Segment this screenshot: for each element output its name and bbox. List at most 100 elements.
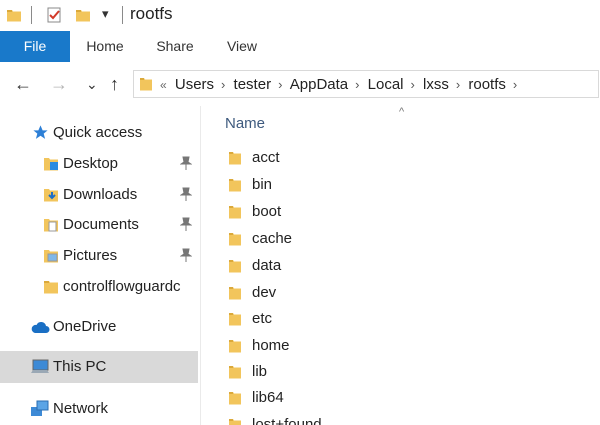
file-row[interactable]: cache <box>201 226 600 252</box>
breadcrumb-item-lxss[interactable]: lxss <box>423 76 449 93</box>
pictures-folder-icon <box>44 250 58 263</box>
folder-icon <box>229 233 241 246</box>
cloud-icon <box>31 321 50 333</box>
pin-icon[interactable] <box>180 156 192 170</box>
nav-downloads-label: Downloads <box>63 186 138 203</box>
chevron-right-icon[interactable]: › <box>278 77 282 92</box>
file-name: lost+found <box>252 416 322 425</box>
pin-icon[interactable] <box>180 217 192 231</box>
nav-controlflowguardc[interactable]: controlflowguardc <box>0 272 198 302</box>
back-button[interactable]: ← <box>14 74 32 94</box>
forward-button[interactable]: → <box>50 74 68 94</box>
up-button[interactable]: ↑ <box>110 74 119 94</box>
nav-pictures[interactable]: Pictures <box>0 241 198 271</box>
tab-view[interactable]: View <box>217 31 267 62</box>
nav-network-label: Network <box>53 400 109 417</box>
recent-locations-button[interactable]: ⌄ <box>86 74 98 94</box>
tab-share[interactable]: Share <box>150 31 200 62</box>
file-row[interactable]: etc <box>201 306 600 332</box>
file-name: lib64 <box>252 389 284 406</box>
tab-home[interactable]: Home <box>80 31 130 62</box>
address-bar-row: ← → ⌄ ↑ « Users › tester › AppData › Local ›… <box>0 62 600 106</box>
file-list: ^ Name acct bin boot cache data dev etc … <box>201 106 600 425</box>
breadcrumb-item-users[interactable]: Users <box>175 76 214 93</box>
file-row[interactable]: lib <box>201 359 600 385</box>
documents-folder-icon <box>44 219 58 232</box>
breadcrumb-overflow[interactable]: « <box>160 78 167 92</box>
chevron-right-icon[interactable]: › <box>411 77 415 92</box>
pin-icon[interactable] <box>180 187 192 201</box>
file-name: home <box>252 337 290 354</box>
file-name: data <box>252 257 282 274</box>
nav-onedrive-label: OneDrive <box>53 318 117 335</box>
tab-file[interactable]: File <box>0 31 70 62</box>
window-title: rootfs <box>130 4 173 23</box>
file-name: bin <box>252 176 273 193</box>
downloads-folder-icon <box>44 189 58 202</box>
file-name: dev <box>252 284 277 301</box>
nav-this-pc-label: This PC <box>53 358 107 375</box>
file-name: acct <box>252 149 280 166</box>
folder-icon <box>229 392 241 405</box>
nav-network[interactable]: Network <box>0 394 198 424</box>
nav-this-pc[interactable]: This PC <box>0 351 198 383</box>
nav-desktop[interactable]: Desktop <box>0 149 198 179</box>
customize-toolbar-dropdown[interactable]: ▾ <box>102 6 109 22</box>
file-row[interactable]: dev <box>201 280 600 306</box>
navigation-pane: Quick access Desktop Downloads Documents… <box>0 106 200 425</box>
folder-icon <box>44 281 58 294</box>
desktop-folder-icon <box>44 158 58 171</box>
title-separator <box>122 6 123 24</box>
folder-icon <box>229 313 241 326</box>
file-row[interactable]: data <box>201 253 600 279</box>
breadcrumb-item-local[interactable]: Local <box>368 76 404 93</box>
chevron-right-icon[interactable]: › <box>513 77 517 92</box>
nav-quick-access[interactable]: Quick access <box>0 118 198 148</box>
toolbar-separator <box>31 6 32 24</box>
breadcrumb-item-tester[interactable]: tester <box>234 76 272 93</box>
nav-documents[interactable]: Documents <box>0 210 198 240</box>
nav-quick-access-label: Quick access <box>53 124 143 141</box>
pin-icon[interactable] <box>180 248 192 262</box>
file-row[interactable]: bin <box>201 172 600 198</box>
folder-icon <box>229 152 241 165</box>
star-icon <box>33 125 48 139</box>
sort-ascending-icon: ^ <box>399 106 405 118</box>
breadcrumb-item-rootfs[interactable]: rootfs <box>468 76 506 93</box>
file-name: lib <box>252 363 268 380</box>
folder-icon <box>140 78 152 91</box>
new-folder-icon[interactable] <box>75 7 91 23</box>
file-row[interactable]: lost+found <box>201 412 600 425</box>
folder-icon <box>229 340 241 353</box>
title-bar: ▾ rootfs <box>0 0 600 31</box>
chevron-right-icon[interactable]: › <box>221 77 225 92</box>
address-bar[interactable]: « Users › tester › AppData › Local › lxss › r… <box>133 70 599 98</box>
file-row[interactable]: boot <box>201 199 600 225</box>
properties-icon[interactable] <box>46 7 62 23</box>
file-row[interactable]: home <box>201 333 600 359</box>
folder-icon <box>229 206 241 219</box>
folder-icon <box>229 260 241 273</box>
computer-icon <box>31 359 49 373</box>
nav-controlflowguardc-label: controlflowguardc <box>63 278 181 295</box>
nav-onedrive[interactable]: OneDrive <box>0 312 198 342</box>
nav-desktop-label: Desktop <box>63 155 119 172</box>
network-icon <box>31 400 49 416</box>
breadcrumb-item-appdata[interactable]: AppData <box>290 76 348 93</box>
nav-pictures-label: Pictures <box>63 247 118 264</box>
file-name: cache <box>252 230 293 247</box>
folder-icon <box>229 419 241 425</box>
folder-icon <box>229 366 241 379</box>
chevron-right-icon[interactable]: › <box>456 77 460 92</box>
column-header-name[interactable]: Name <box>225 115 265 132</box>
folder-icon[interactable] <box>6 7 22 23</box>
file-row[interactable]: acct <box>201 145 600 171</box>
chevron-right-icon[interactable]: › <box>355 77 359 92</box>
folder-icon <box>229 287 241 300</box>
folder-icon <box>229 179 241 192</box>
nav-downloads[interactable]: Downloads <box>0 180 198 210</box>
ribbon-tabs: File Home Share View <box>0 31 600 63</box>
file-row[interactable]: lib64 <box>201 385 600 411</box>
breadcrumb: « Users › tester › AppData › Local › lxss › r… <box>160 76 521 93</box>
file-name: boot <box>252 203 282 220</box>
